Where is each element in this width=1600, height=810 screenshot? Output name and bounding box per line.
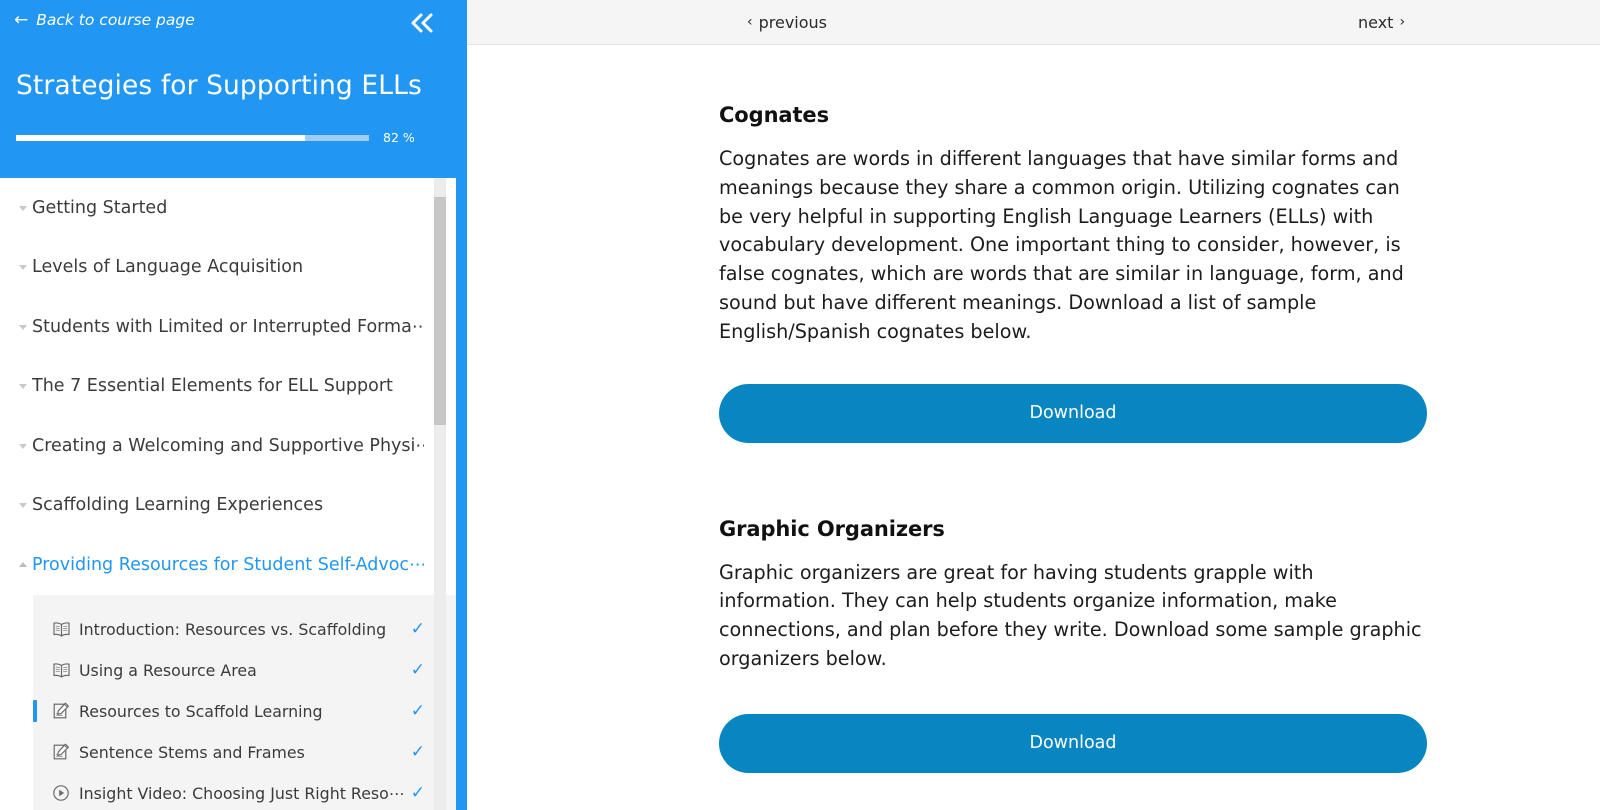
sidebar-nav-item-label: The 7 Essential Elements for ELL Support [32, 376, 393, 397]
sidebar-nav-item[interactable]: The 7 Essential Elements for ELL Support [0, 357, 456, 417]
sidebar-nav-item-label: Students with Limited or Interrupted For… [32, 316, 424, 337]
course-player: ← Back to course page Strategies for Sup… [0, 0, 1600, 810]
graphic-organizers-download-button[interactable]: Download [719, 713, 1427, 773]
completed-check-icon: ✓ [410, 700, 425, 721]
sidebar-nav-item[interactable]: Levels of Language Acquisition [0, 238, 456, 298]
lesson-content-column: Cognates Cognates are words in different… [719, 45, 1427, 810]
current-item-marker [33, 782, 37, 804]
sidebar-nav-item[interactable]: Students with Limited or Interrupted For… [0, 297, 456, 357]
completed-check-icon: ✓ [410, 659, 425, 680]
note-pencil-icon [50, 700, 72, 722]
sidebar-nav-item-label: Levels of Language Acquisition [32, 257, 304, 278]
note-pencil-icon [50, 741, 72, 763]
back-to-course-page-link[interactable]: ← Back to course page [14, 11, 195, 29]
completed-check-icon: ✓ [410, 741, 425, 762]
sidebar-sub-item-label: Sentence Stems and Frames [79, 742, 305, 762]
chevron-down-icon [14, 380, 32, 392]
sidebar-sub-item[interactable]: Introduction: Resources vs. Scaffolding ✓ [33, 609, 456, 650]
sidebar-sub-item[interactable]: Sentence Stems and Frames ✓ [33, 732, 456, 773]
sidebar-header: ← Back to course page Strategies for Sup… [0, 0, 456, 178]
graphic-organizers-paragraph: Graphic organizers are great for having … [719, 560, 1422, 670]
chevron-down-icon [14, 261, 32, 273]
sidebar-nav-item[interactable]: Getting Started [0, 178, 456, 238]
progress-track [16, 134, 369, 141]
sidebar-scrollbar-track[interactable] [434, 178, 446, 810]
open-book-icon [50, 618, 72, 640]
sidebar-nav-item[interactable]: Providing Resources for Student Self-Adv… [0, 535, 456, 595]
current-item-marker [33, 618, 37, 640]
progress-fill [16, 134, 306, 141]
chevron-down-icon [14, 321, 32, 333]
completed-check-icon: ✓ [410, 618, 425, 639]
sidebar-sub-item-label: Using a Resource Area [79, 660, 257, 680]
sidebar-nav-item[interactable]: Creating a Welcoming and Supportive Phys… [0, 416, 456, 476]
main-content-area: ‹ previous next › Cognates Cognates are … [456, 0, 1600, 810]
open-book-icon [50, 659, 72, 681]
progress-percent-label: 82 % [383, 130, 415, 145]
chevron-down-icon [14, 499, 32, 511]
double-chevron-left-icon[interactable] [404, 6, 440, 40]
cognates-download-button[interactable]: Download [719, 383, 1427, 443]
sidebar-nav-list: Getting Started Levels of Language Acquis… [0, 178, 456, 810]
previous-lesson-label: previous [758, 12, 828, 32]
arrow-left-icon: ← [14, 9, 29, 30]
course-progress: 82 % [16, 130, 440, 145]
current-item-marker [33, 700, 37, 722]
chevron-up-icon [14, 559, 32, 571]
next-lesson-label: next [1358, 12, 1394, 32]
lesson-navigation-bar: ‹ previous next › [456, 0, 1600, 45]
sidebar-nav-item-label: Getting Started [32, 197, 168, 218]
chevron-left-icon: ‹ [747, 14, 753, 30]
chevron-down-icon [14, 202, 32, 214]
sidebar-sub-item-label: Introduction: Resources vs. Scaffolding [79, 619, 387, 639]
sidebar-scrollbar-thumb[interactable] [434, 197, 446, 425]
sidebar-accent-strip [456, 0, 467, 810]
chevron-right-icon: › [1399, 14, 1406, 30]
course-title: Strategies for Supporting ELLs [16, 70, 422, 101]
course-sidebar: ← Back to course page Strategies for Sup… [0, 0, 456, 810]
lesson-content: Cognates Cognates are words in different… [456, 45, 1600, 810]
sidebar-sub-item[interactable]: Using a Resource Area ✓ [33, 650, 456, 691]
cognates-paragraph: Cognates are words in different language… [719, 147, 1404, 343]
sidebar-sub-item[interactable]: Insight Video: Choosing Just Right Reso⋯… [33, 773, 456, 810]
previous-lesson-button[interactable]: ‹ previous [747, 13, 827, 32]
sidebar-sub-item[interactable]: Resources to Scaffold Learning ✓ [33, 691, 456, 732]
completed-check-icon: ✓ [410, 782, 425, 803]
sidebar-sub-item-label: Insight Video: Choosing Just Right Reso⋯ [79, 783, 405, 803]
sidebar-sub-item-label: Resources to Scaffold Learning [79, 701, 323, 721]
current-item-marker [33, 659, 37, 681]
current-item-marker [33, 741, 37, 763]
sidebar-sub-list: Introduction: Resources vs. Scaffolding ✓… [33, 594, 456, 810]
play-circle-icon [50, 782, 72, 804]
back-to-course-page-label: Back to course page [36, 11, 195, 29]
next-lesson-button[interactable]: next › [1358, 13, 1405, 32]
sidebar-nav-item[interactable]: Scaffolding Learning Experiences [0, 476, 456, 536]
cognates-heading: Cognates [719, 103, 829, 127]
sidebar-nav-item-label: Scaffolding Learning Experiences [32, 495, 324, 516]
graphic-organizers-heading: Graphic Organizers [719, 516, 945, 541]
chevron-down-icon [14, 440, 32, 452]
sidebar-nav-item-label: Creating a Welcoming and Supportive Phys… [32, 435, 424, 456]
sidebar-nav-item-label: Providing Resources for Student Self-Adv… [32, 554, 424, 575]
